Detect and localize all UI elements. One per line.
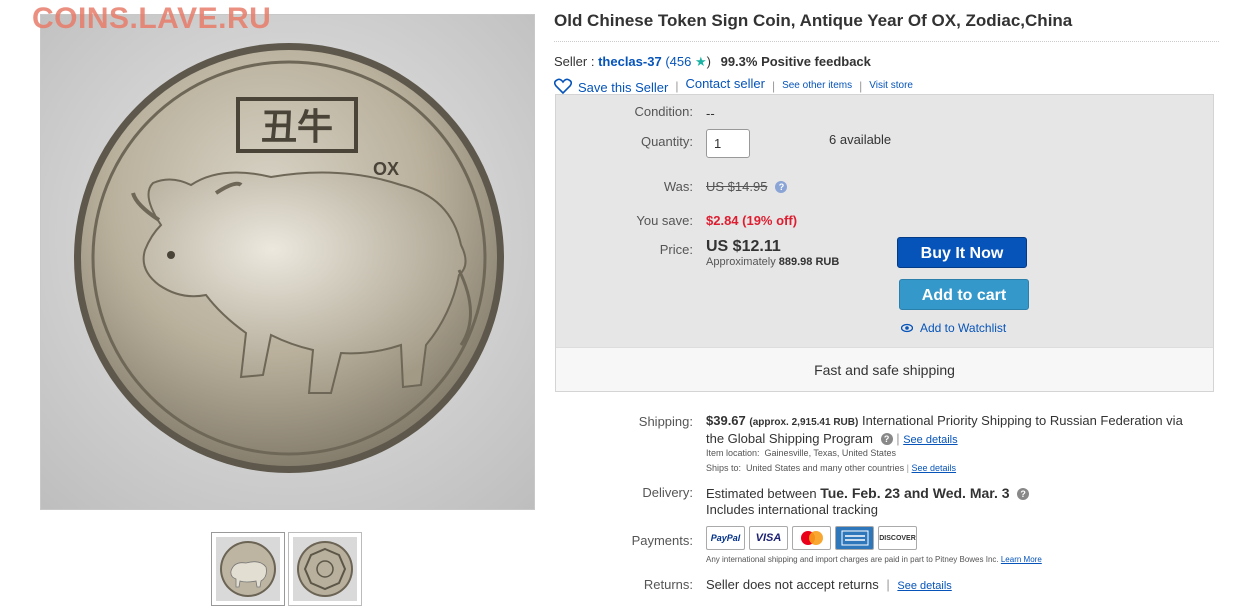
payment-methods: PayPal VISA DISCOVER: [706, 526, 917, 550]
help-icon[interactable]: ?: [880, 433, 893, 445]
condition-value: --: [706, 106, 715, 121]
shipping-details: $39.67 (approx. 2,915.41 RUB) Internatio…: [706, 413, 1183, 446]
condition-label: Condition:: [634, 104, 693, 119]
was-price: US $14.95: [706, 179, 768, 194]
payments-note: Any international shipping and import ch…: [706, 555, 1042, 564]
delivery-dates: Tue. Feb. 23 and Wed. Mar. 3: [820, 485, 1010, 501]
main-product-image[interactable]: 丑牛 OX: [40, 14, 535, 510]
payments-label: Payments:: [631, 533, 693, 548]
seller-feedback: 99.3% Positive feedback: [720, 54, 871, 69]
you-save-label: You save:: [636, 213, 693, 228]
savings-value: $2.84 (19% off): [706, 213, 798, 228]
shipping-price: $39.67: [706, 413, 746, 428]
item-location: Item location: Gainesville, Texas, Unite…: [706, 448, 896, 458]
payments-note-text: Any international shipping and import ch…: [706, 555, 999, 564]
quantity-input[interactable]: [706, 129, 750, 158]
ships-to: Ships to: United States and many other c…: [706, 463, 957, 473]
delivery-tracking: Includes international tracking: [706, 502, 878, 517]
visa-logo: VISA: [749, 526, 788, 550]
approx-value: 889.98 RUB: [778, 256, 840, 268]
title-divider: [554, 41, 1219, 42]
heart-icon[interactable]: [554, 78, 572, 94]
delivery-label: Delivery:: [642, 485, 693, 500]
was-label: Was:: [663, 179, 693, 194]
thumbnail-strip: [211, 532, 362, 606]
thumbnail-1[interactable]: [211, 532, 285, 606]
seller-score-close: ): [706, 54, 711, 69]
seller-name-link[interactable]: theclas-37: [598, 54, 662, 69]
ships-to-label: Ships to:: [706, 463, 742, 473]
returns-label: Returns:: [643, 577, 693, 592]
amex-icon: [841, 530, 868, 546]
ships-to-value: United States and many other countries: [746, 463, 905, 473]
seller-score-link[interactable]: (456: [665, 54, 691, 69]
mastercard-icon: [800, 531, 823, 545]
eye-icon: [901, 323, 913, 333]
thumbnail-coin-back: [293, 537, 357, 601]
returns-see-details-link[interactable]: See details: [897, 580, 951, 592]
help-icon[interactable]: ?: [775, 181, 788, 193]
shipping-banner: Fast and safe shipping: [556, 347, 1213, 391]
contact-seller-link[interactable]: Contact seller: [685, 76, 764, 91]
thumbnail-coin-front: [216, 537, 280, 601]
seller-actions: Save this Seller | Contact seller | See …: [554, 76, 913, 95]
coin-photo: 丑牛 OX: [41, 15, 534, 509]
separator: |: [771, 78, 776, 93]
help-icon[interactable]: ?: [1017, 488, 1030, 500]
seller-prefix: Seller :: [554, 54, 595, 69]
delivery-prefix: Estimated between: [706, 486, 817, 501]
star-icon: ★: [691, 54, 707, 69]
learn-more-link[interactable]: Learn More: [1001, 555, 1042, 564]
shipping-approx: (approx. 2,915.41 RUB): [749, 417, 859, 428]
shipping-description: International Priority Shipping to Russi…: [861, 413, 1183, 428]
item-location-value: Gainesville, Texas, United States: [764, 448, 896, 458]
add-to-cart-button[interactable]: Add to cart: [899, 279, 1029, 310]
returns-value: Seller does not accept returns: [706, 577, 879, 592]
listing-title: Old Chinese Token Sign Coin, Antique Yea…: [554, 11, 1073, 30]
paypal-logo: PayPal: [706, 526, 745, 550]
quantity-available: 6 available: [829, 132, 892, 147]
delivery-details: Estimated between Tue. Feb. 23 and Wed. …: [706, 485, 1030, 518]
buy-it-now-button[interactable]: Buy It Now: [897, 237, 1027, 268]
coin-characters: 丑牛: [261, 107, 333, 148]
amex-logo: [835, 526, 874, 550]
price-value: US $12.11: [706, 238, 781, 255]
see-other-items-link[interactable]: See other items: [782, 80, 852, 91]
converted-price: Approximately 889.98 RUB: [706, 256, 839, 268]
discover-logo: DISCOVER: [878, 526, 917, 550]
separator: |: [675, 78, 679, 93]
shipping-see-details-link[interactable]: See details: [903, 434, 957, 446]
visit-store-link[interactable]: Visit store: [869, 80, 913, 91]
quantity-label: Quantity:: [640, 134, 693, 149]
mastercard-logo: [792, 526, 831, 550]
separator: |: [859, 78, 863, 93]
thumbnail-2[interactable]: [288, 532, 362, 606]
coin-ox-label: OX: [373, 159, 399, 179]
shipping-program: the Global Shipping Program: [706, 431, 873, 446]
save-seller-link[interactable]: Save this Seller: [578, 80, 668, 95]
watermark-text: COINS.LAVE.RU: [32, 2, 272, 35]
price-label: Price:: [659, 242, 693, 257]
approx-prefix: Approximately: [706, 256, 776, 268]
seller-info: Seller : theclas-37 (456 ★) 99.3% Positi…: [554, 54, 871, 70]
item-location-label: Item location:: [706, 448, 760, 458]
shipping-label: Shipping:: [638, 414, 693, 429]
ships-to-see-details-link[interactable]: See details: [912, 463, 957, 473]
returns-details: Seller does not accept returns | See det…: [706, 577, 952, 592]
watchlist-label: Add to Watchlist: [920, 321, 1007, 335]
add-to-watchlist-link[interactable]: Add to Watchlist: [901, 321, 1006, 335]
